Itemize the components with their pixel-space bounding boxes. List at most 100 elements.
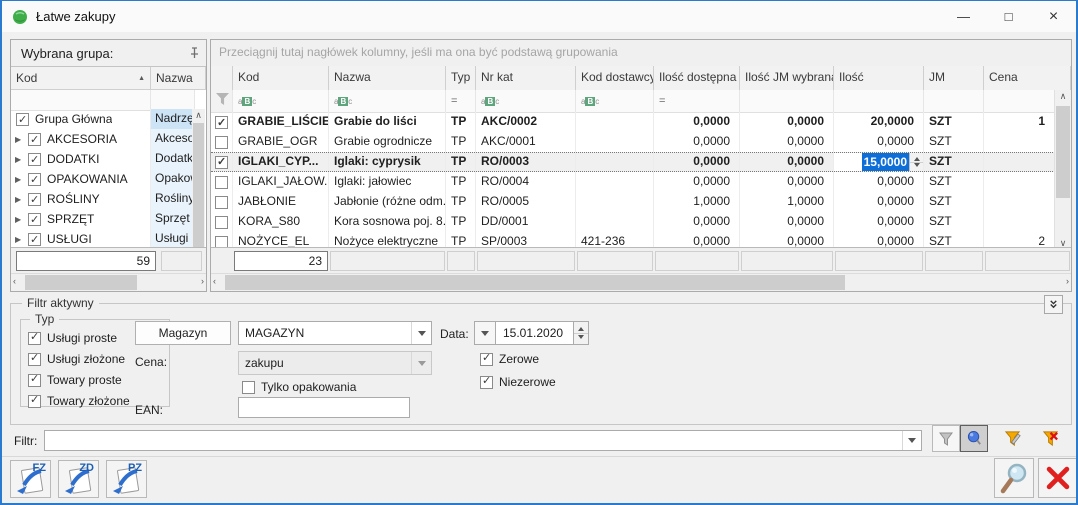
grid-cell[interactable]: GRABIE_LIŚCIE (233, 112, 329, 132)
tree-row-checkbox[interactable] (16, 113, 29, 126)
row-checkbox[interactable] (215, 216, 228, 229)
scroll-right-icon[interactable]: › (1066, 275, 1069, 288)
grid-filter-cell[interactable] (834, 90, 924, 112)
grid-filter-cell[interactable]: aBc (476, 90, 576, 112)
tree-row-checkbox[interactable] (28, 213, 41, 226)
grid-cell[interactable]: 0,0000 (740, 112, 834, 132)
tree-kod-cell[interactable]: ▶AKCESORIA (11, 129, 151, 149)
typ-option-checkbox[interactable]: Towary proste (28, 373, 130, 387)
grid-cell[interactable]: SZT (924, 212, 984, 232)
scrollbar-thumb[interactable] (25, 275, 137, 290)
grid-cell[interactable]: IGLAKI_JAŁOW... (233, 172, 329, 192)
grid-filter-cell[interactable]: aBc (576, 90, 654, 112)
grid-filter-cell[interactable] (984, 90, 1055, 112)
grid-cell[interactable]: 20,0000 (834, 112, 924, 132)
scrollbar-thumb[interactable] (193, 123, 204, 255)
grid-cell[interactable] (984, 172, 1055, 192)
row-checkbox[interactable] (215, 156, 228, 169)
tree-row-checkbox[interactable] (28, 153, 41, 166)
grid-cell[interactable]: 0,0000 (654, 132, 740, 152)
grid-cell[interactable]: Grabie do liści (329, 112, 446, 132)
expander-icon[interactable]: ▶ (15, 210, 28, 229)
checkbox[interactable] (480, 376, 493, 389)
grid-horizontal-scrollbar[interactable]: ‹ › (211, 273, 1071, 291)
grid-cell[interactable]: TP (446, 212, 476, 232)
tree-nazwa-cell[interactable]: Dodatki (151, 149, 195, 169)
grid-filter-cell[interactable] (740, 90, 834, 112)
grid-select-cell[interactable] (211, 212, 233, 232)
grid-cell[interactable]: 0,0000 (834, 172, 924, 192)
grid-cell[interactable]: 0,0000 (834, 132, 924, 152)
expander-icon[interactable]: ▶ (15, 170, 28, 189)
grid-cell[interactable]: 0,0000 (740, 132, 834, 152)
grid-row[interactable]: IGLAKI_CYP...Iglaki: cyprysikTPRO/00030,… (211, 152, 1055, 172)
grid-cell[interactable] (984, 192, 1055, 212)
grid-row[interactable]: JABŁONIEJabłonie (różne odm...TPRO/00051… (211, 192, 1055, 212)
grid-column-header-kod[interactable]: Kod (233, 66, 329, 90)
zd-button[interactable]: ZD (58, 460, 99, 498)
tree-nazwa-cell[interactable]: Sprzęt (151, 209, 195, 229)
grid-row[interactable]: GRABIE_LIŚCIEGrabie do liściTPAKC/00020,… (211, 112, 1055, 132)
grid-cell[interactable]: 1,0000 (740, 192, 834, 212)
grid-cell[interactable]: SZT (924, 153, 984, 171)
chevron-down-icon[interactable] (902, 431, 921, 450)
grid-cell[interactable]: Grabie ogrodnicze (329, 132, 446, 152)
expander-icon[interactable]: ▶ (15, 130, 28, 149)
grid-cell[interactable] (984, 132, 1055, 152)
grid-cell[interactable]: IGLAKI_CYP... (233, 153, 329, 171)
grid-column-header-ilo-dost-pna[interactable]: Ilość dostępna (654, 66, 740, 90)
minimize-button[interactable]: — (941, 1, 986, 32)
grid-vertical-scrollbar[interactable]: ∧ ∨ (1054, 90, 1071, 250)
grid-cell[interactable]: RO/0005 (476, 192, 576, 212)
quantity-editor[interactable]: 15,0000 (862, 153, 909, 171)
spinner-up-icon[interactable] (574, 322, 588, 334)
collapse-filter-button[interactable] (1044, 295, 1063, 314)
grid-select-cell[interactable] (211, 172, 233, 192)
grid-select-cell[interactable] (211, 192, 233, 212)
zerowe-checkbox[interactable]: Zerowe (480, 352, 539, 366)
grid-cell[interactable] (576, 172, 654, 192)
tree-row-checkbox[interactable] (28, 193, 41, 206)
maximize-button[interactable]: □ (986, 1, 1031, 32)
row-checkbox[interactable] (215, 176, 228, 189)
tree-vertical-scrollbar[interactable]: ∧ ∨ (192, 109, 205, 269)
tree-filter-cell-kod[interactable] (11, 90, 151, 110)
tree-row[interactable]: Grupa GłównaNadrzędna (11, 109, 195, 129)
grid-filter-cell[interactable] (211, 90, 233, 112)
grid-column-header-ilo-[interactable]: Ilość (834, 66, 924, 90)
tree-filter-cell-nazwa[interactable] (151, 90, 195, 110)
grid-column-header-typ[interactable]: Typ (446, 66, 476, 90)
grid-cell[interactable]: TP (446, 192, 476, 212)
grid-cell[interactable]: RO/0004 (476, 172, 576, 192)
grid-cell[interactable]: AKC/0001 (476, 132, 576, 152)
checkbox[interactable] (28, 374, 41, 387)
tree-nazwa-cell[interactable]: Akcesoria (151, 129, 195, 149)
grid-filter-cell[interactable] (924, 90, 984, 112)
tree-row-checkbox[interactable] (28, 173, 41, 186)
grid-cell[interactable] (576, 192, 654, 212)
scrollbar-thumb[interactable] (1056, 106, 1070, 198)
tree-kod-cell[interactable]: ▶DODATKI (11, 149, 151, 169)
grid-filter-cell[interactable]: aBc (329, 90, 446, 112)
spinner-down-icon[interactable] (910, 163, 923, 172)
typ-option-checkbox[interactable]: Towary złożone (28, 394, 130, 408)
scroll-left-icon[interactable]: ‹ (13, 275, 16, 288)
filtr-input[interactable] (45, 434, 902, 448)
tree-kod-cell[interactable]: ▶OPAKOWANIA (11, 169, 151, 189)
ean-input[interactable] (238, 397, 410, 418)
grid-column-header-select[interactable] (211, 66, 233, 90)
grid-cell[interactable]: SZT (924, 172, 984, 192)
grid-cell[interactable]: RO/0003 (476, 153, 576, 171)
tree-kod-cell[interactable]: ▶SPRZĘT (11, 209, 151, 229)
scroll-left-icon[interactable]: ‹ (213, 275, 216, 288)
clear-filter-button[interactable] (1036, 425, 1064, 452)
spinner-up-icon[interactable] (910, 153, 923, 163)
date-dropdown-button[interactable] (474, 321, 496, 345)
grid-cell[interactable]: Jabłonie (różne odm... (329, 192, 446, 212)
grid-cell[interactable]: 0,0000 (834, 192, 924, 212)
grid-cell[interactable]: 1,0000 (654, 192, 740, 212)
grid-filter-cell[interactable]: = (446, 90, 476, 112)
tree-kod-cell[interactable]: Grupa Główna (11, 109, 151, 129)
edit-filter-button[interactable] (998, 425, 1026, 452)
row-checkbox[interactable] (215, 116, 228, 129)
